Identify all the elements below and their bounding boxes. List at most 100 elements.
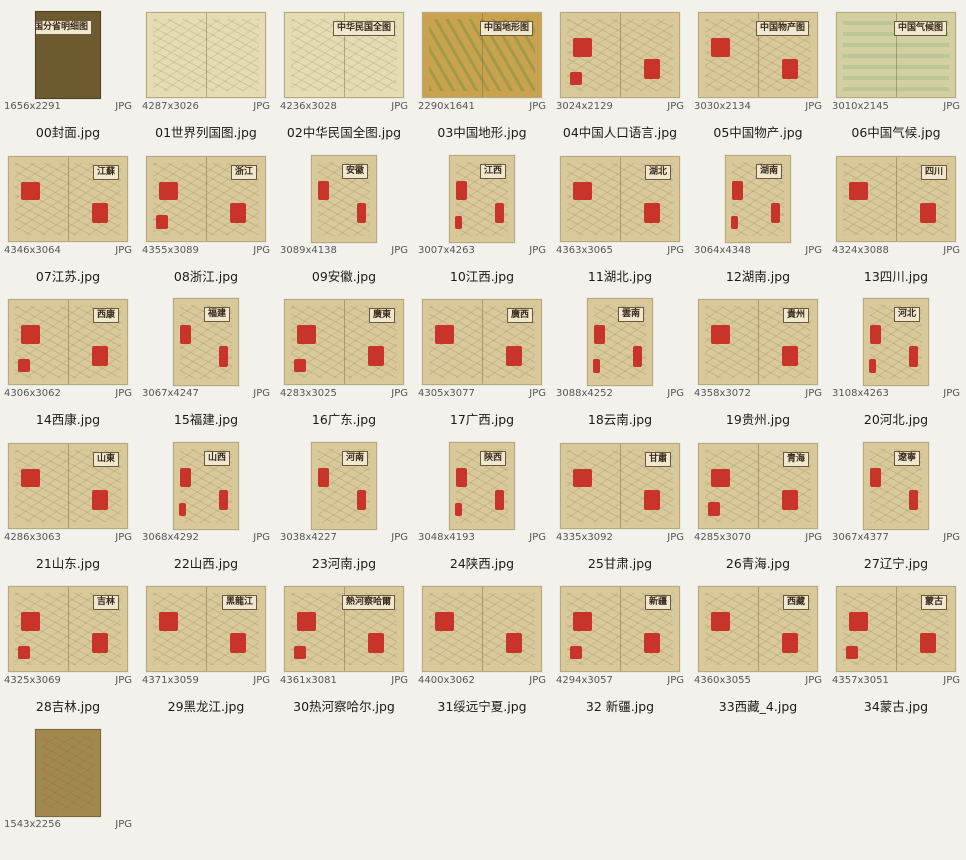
map-red-region: [20, 181, 40, 201]
map-red-region: [294, 645, 307, 660]
file-tile[interactable]: 甘肅 4335x3092 JPG 25甘肃.jpg: [552, 431, 688, 573]
file-type: JPG: [667, 675, 684, 686]
file-tile[interactable]: 3024x2129 JPG 04中国人口语言.jpg: [552, 0, 688, 142]
file-dimensions: 4360x3055: [694, 675, 751, 686]
file-tile[interactable]: 貴州 4358x3072 JPG 19贵州.jpg: [690, 287, 826, 429]
file-tile[interactable]: 4287x3026 JPG 01世界列国图.jpg: [138, 0, 274, 142]
map-fold-line: [758, 300, 759, 384]
file-tile[interactable]: 江西 3007x4263 JPG 10江西.jpg: [414, 144, 550, 286]
file-name: 09安徽.jpg: [311, 268, 377, 284]
map-red-region: [643, 633, 661, 654]
thumbnail-frame: 陝西: [422, 441, 542, 530]
thumbnail-frame: 四川: [836, 155, 956, 242]
thumbnail-image: 浙江: [146, 155, 266, 242]
file-meta: 4294x3057 JPG: [556, 675, 684, 686]
file-tile[interactable]: 吉林 4325x3069 JPG 28吉林.jpg: [0, 574, 136, 716]
file-dimensions: 3067x4247: [142, 388, 199, 399]
file-tile[interactable]: 遼寧 3067x4377 JPG 27辽宁.jpg: [828, 431, 964, 573]
file-tile[interactable]: 湖南 3064x4348 JPG 12湖南.jpg: [690, 144, 826, 286]
thumbnail-image: [146, 12, 266, 98]
file-tile[interactable]: 蒙古 4357x3051 JPG 34蒙古.jpg: [828, 574, 964, 716]
file-tile[interactable]: 山西 3068x4292 JPG 22山西.jpg: [138, 431, 274, 573]
map-fold-line: [68, 587, 69, 671]
file-meta: 3108x4263 JPG: [832, 388, 960, 399]
thumbnail-frame: 中国气候图: [836, 12, 956, 98]
file-type: JPG: [529, 531, 546, 543]
file-tile[interactable]: 新疆 4294x3057 JPG 32 新疆.jpg: [552, 574, 688, 716]
file-name: 05中国物产.jpg: [713, 125, 803, 140]
map-title-label: 廣東: [368, 308, 395, 323]
file-meta: 1656x2291 JPG: [4, 101, 132, 112]
file-type: JPG: [253, 531, 270, 543]
thumbnail-image: 福建: [173, 298, 239, 386]
thumbnail-image: 廣東: [284, 299, 404, 385]
file-type: JPG: [943, 244, 960, 256]
map-red-region: [710, 38, 730, 57]
file-name: 19贵州.jpg: [725, 412, 791, 427]
file-tile[interactable]: 山東 4286x3063 JPG 21山东.jpg: [0, 431, 136, 573]
file-dimensions: 4335x3092: [556, 531, 613, 543]
thumbnail-frame: 湖南: [698, 154, 818, 243]
map-red-region: [91, 346, 109, 367]
file-tile[interactable]: 中国地形图 2290x1641 JPG 03中国地形.jpg: [414, 0, 550, 142]
file-tile[interactable]: 西藏 4360x3055 JPG 33西藏_4.jpg: [690, 574, 826, 716]
file-tile[interactable]: 湖北 4363x3065 JPG 11湖北.jpg: [552, 144, 688, 286]
file-meta: 4358x3072 JPG: [694, 388, 822, 399]
file-tile[interactable]: 中国气候图 3010x2145 JPG 06中国气候.jpg: [828, 0, 964, 142]
file-name: 12湖南.jpg: [725, 268, 791, 284]
file-tile[interactable]: 西康 4306x3062 JPG 14西康.jpg: [0, 287, 136, 429]
file-tile[interactable]: 熱河察哈爾 4361x3081 JPG 30热河察哈尔.jpg: [276, 574, 412, 716]
map-red-region: [218, 346, 228, 367]
file-tile[interactable]: 中华民国全图 4236x3028 JPG 02中华民国全图.jpg: [276, 0, 412, 142]
file-tile[interactable]: 四川 4324x3088 JPG 13四川.jpg: [828, 144, 964, 286]
file-type: JPG: [529, 675, 546, 686]
thumbnail-frame: 河北: [836, 298, 956, 386]
map-red-region: [367, 346, 385, 367]
file-type: JPG: [529, 388, 546, 399]
thumbnail-frame: 貴州: [698, 299, 818, 385]
thumbnail-frame: [560, 12, 680, 98]
file-tile[interactable]: 青海 4285x3070 JPG 26青海.jpg: [690, 431, 826, 573]
file-tile[interactable]: 河南 3038x4227 JPG 23河南.jpg: [276, 431, 412, 573]
file-tile[interactable]: 陝西 3048x4193 JPG 24陕西.jpg: [414, 431, 550, 573]
file-tile[interactable]: 中国分省明细图 1656x2291 JPG 00封面.jpg: [0, 0, 136, 142]
map-red-region: [848, 612, 868, 631]
file-tile[interactable]: 河北 3108x4263 JPG 20河北.jpg: [828, 287, 964, 429]
file-tile[interactable]: 雲南 3088x4252 JPG 18云南.jpg: [552, 287, 688, 429]
file-dimensions: 3108x4263: [832, 388, 889, 399]
map-red-region: [455, 502, 462, 517]
file-tile[interactable]: 廣東 4283x3025 JPG 16广东.jpg: [276, 287, 412, 429]
map-title-label: 新疆: [644, 595, 671, 610]
map-fold-line: [620, 13, 621, 97]
file-tile[interactable]: 浙江 4355x3089 JPG 08浙江.jpg: [138, 144, 274, 286]
file-tile[interactable]: 黑龍江 4371x3059 JPG 29黑龙江.jpg: [138, 574, 274, 716]
file-tile[interactable]: 安徽 3089x4138 JPG 09安徽.jpg: [276, 144, 412, 286]
file-tile[interactable]: 4400x3062 JPG 31绥远宁夏.jpg: [414, 574, 550, 716]
file-meta: 4324x3088 JPG: [832, 245, 960, 256]
thumbnail-image: 西康: [8, 299, 128, 385]
map-title-label: 湖北: [644, 164, 671, 180]
map-red-region: [318, 468, 329, 488]
file-tile[interactable]: 中国物产图 3030x2134 JPG 05中国物产.jpg: [690, 0, 826, 142]
file-tile[interactable]: 1543x2256 JPG: [0, 718, 136, 860]
file-tile[interactable]: 福建 3067x4247 JPG 15福建.jpg: [138, 287, 274, 429]
map-red-region: [456, 181, 467, 201]
file-meta: 3038x4227 JPG: [280, 532, 408, 543]
map-title-label: 中国物产图: [755, 21, 809, 36]
file-tile[interactable]: 廣西 4305x3077 JPG 17广西.jpg: [414, 287, 550, 429]
map-title-label: 貴州: [782, 308, 809, 323]
file-dimensions: 4236x3028: [280, 101, 337, 112]
file-dimensions: 3010x2145: [832, 101, 889, 112]
thumbnail-image: [422, 586, 542, 672]
map-fold-line: [482, 300, 483, 384]
thumbnail-frame: 中华民国全图: [284, 12, 404, 98]
map-title-label: 中国气候图: [893, 21, 947, 36]
thumbnail-frame: 山東: [8, 442, 128, 529]
file-dimensions: 4285x3070: [694, 531, 751, 543]
map-red-region: [494, 489, 504, 511]
file-name: 20河北.jpg: [863, 412, 929, 427]
file-name: 10江西.jpg: [449, 268, 515, 284]
file-tile[interactable]: 江蘇 4346x3064 JPG 07江苏.jpg: [0, 144, 136, 286]
file-type: JPG: [943, 675, 960, 686]
thumbnail-frame: 黑龍江: [146, 586, 266, 672]
